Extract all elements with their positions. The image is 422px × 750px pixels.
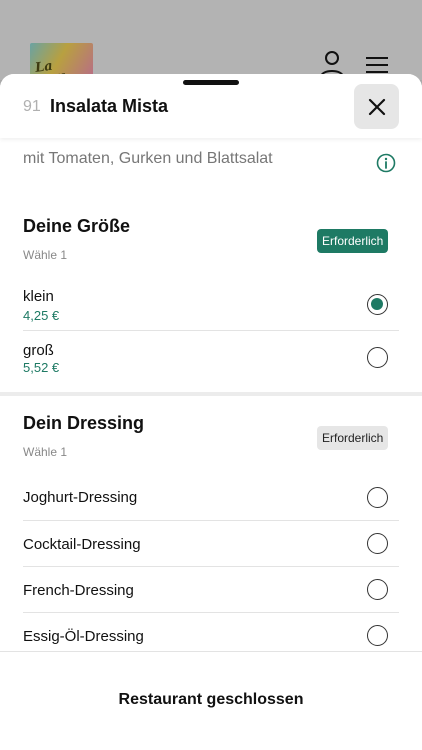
background-app-header: La Bella (0, 0, 422, 83)
radio-button[interactable] (367, 533, 388, 554)
dressing-section-subtitle: Wähle 1 (23, 445, 68, 459)
item-number: 91 (23, 98, 41, 115)
sheet-footer: Restaurant geschlossen (0, 651, 422, 750)
info-icon[interactable] (376, 153, 396, 173)
dressing-section-title: Dein Dressing (23, 413, 145, 433)
radio-button[interactable] (367, 347, 388, 368)
dressing-option-cocktail[interactable]: Cocktail-Dressing (23, 521, 399, 567)
dressing-option-french[interactable]: French-Dressing (23, 567, 399, 613)
size-option-klein[interactable]: klein 4,25 € (23, 278, 399, 331)
option-label: Essig-Öl-Dressing (23, 628, 144, 645)
option-label: French-Dressing (23, 582, 134, 599)
section-divider (0, 392, 422, 396)
option-price: 5,52 € (23, 360, 60, 375)
item-title: Insalata Mista (50, 96, 169, 116)
size-section-subtitle: Wähle 1 (23, 248, 68, 262)
radio-button[interactable] (367, 625, 388, 646)
option-label: klein (23, 288, 54, 305)
size-option-gross[interactable]: groß 5,52 € (23, 332, 399, 386)
option-label: groß (23, 342, 54, 359)
item-description: mit Tomaten, Gurken und Blattsalat (23, 150, 273, 167)
required-badge: Erforderlich (317, 426, 389, 450)
hamburger-menu-icon[interactable] (365, 56, 389, 76)
close-button[interactable] (354, 84, 399, 129)
required-badge: Erforderlich (317, 229, 389, 253)
option-price: 4,25 € (23, 308, 60, 323)
item-detail-sheet: 91 Insalata Mista mit Tomaten, Gurken un… (0, 74, 422, 750)
radio-button[interactable] (367, 487, 388, 508)
size-section-title: Deine Größe (23, 216, 131, 236)
option-label: Cocktail-Dressing (23, 536, 141, 553)
close-icon (368, 98, 385, 115)
dressing-option-joghurt[interactable]: Joghurt-Dressing (23, 474, 399, 521)
option-label: Joghurt-Dressing (23, 489, 138, 506)
sheet-header: 91 Insalata Mista (0, 74, 422, 138)
restaurant-closed-status: Restaurant geschlossen (118, 691, 304, 708)
sheet-grabber[interactable] (183, 80, 239, 85)
radio-button[interactable] (367, 579, 388, 600)
radio-button-selected[interactable] (367, 294, 388, 315)
